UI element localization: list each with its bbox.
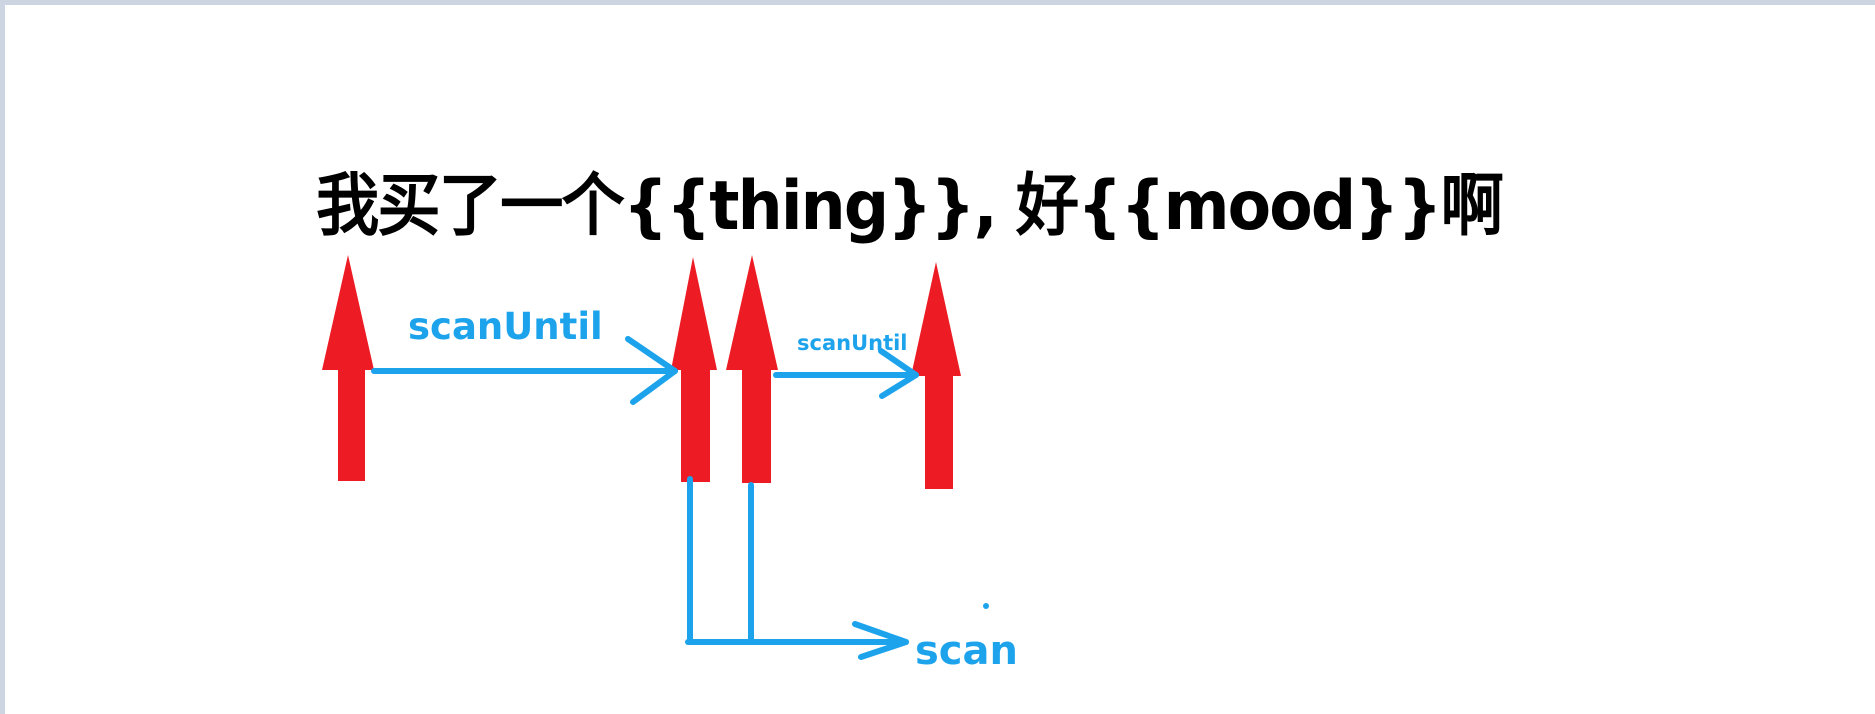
pointer-arrow-open-brace — [671, 257, 717, 482]
scan-arrow — [685, 476, 909, 660]
diagram-canvas: 我买了一个{{thing}}, 好{{mood}}啊 scanUntil sca… — [5, 5, 1875, 714]
scan-until-label-second: scanUntil — [797, 331, 908, 355]
scan-until-arrow-first — [371, 336, 678, 405]
scan-until-label-first: scanUntil — [408, 305, 603, 348]
scan-until-arrow-second — [773, 348, 919, 399]
stray-dot — [983, 603, 989, 609]
pointer-arrow-start — [322, 255, 374, 481]
diagram-arrows: scanUntil scanUntil scan — [322, 255, 1018, 674]
scan-label: scan — [915, 628, 1018, 674]
pointer-arrow-thing — [726, 255, 778, 483]
